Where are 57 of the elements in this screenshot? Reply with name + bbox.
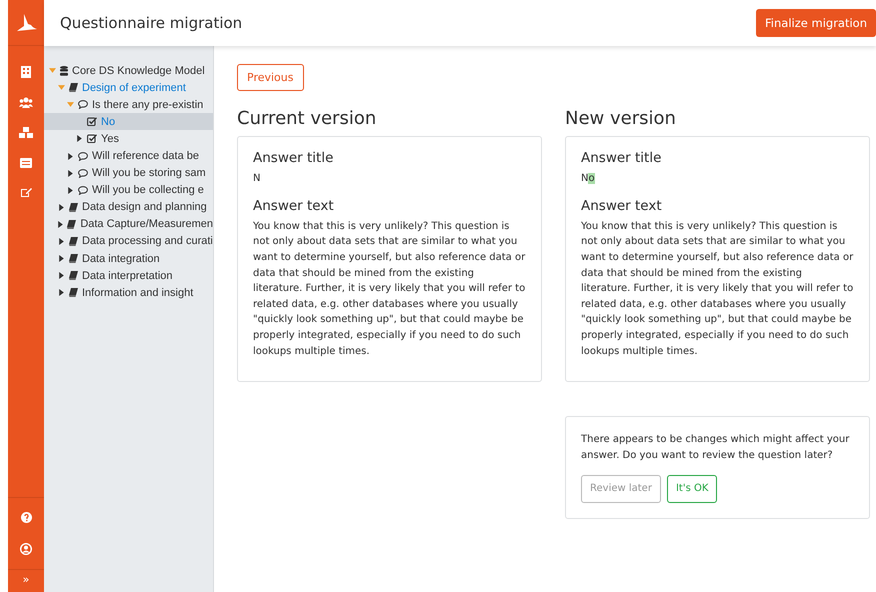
review-message: There appears to be changes which might affect your answer. Do you want to review the question later? [581, 433, 850, 463]
caret-right-icon[interactable] [59, 255, 64, 262]
previous-button[interactable]: Previous [237, 64, 304, 91]
book-icon [69, 271, 78, 280]
building-icon[interactable] [21, 66, 31, 78]
answer-text: You know that this is very unlikely? This question is not only about data sets that are similar to what you want to determine yourself, but also reference data or data that should be mined from the existing literature. Further, it is very likely that you will refer to related data, e.g. other databases where you usually "quickly look something up", but that could maybe be properly integrated, especially if you need to do such lookups multiple times. [253, 220, 526, 359]
tree-item[interactable]: Will you be collecting e [44, 182, 213, 199]
cubes-icon[interactable] [19, 127, 33, 139]
answer-title: No [581, 172, 595, 186]
caret-right-icon[interactable] [59, 204, 64, 211]
caret-right-icon[interactable] [68, 170, 73, 177]
tree-item[interactable]: Yes [44, 130, 213, 148]
tree-item[interactable]: Data processing and curati [44, 232, 213, 250]
tree-item[interactable]: Data integration [44, 250, 213, 268]
field-label: Answer text [253, 199, 334, 215]
collapse-button[interactable]: » [22, 570, 30, 592]
book-icon [69, 254, 78, 264]
caret-right-icon[interactable] [59, 289, 64, 296]
answer-title: N [253, 172, 260, 186]
caret-right-icon[interactable] [59, 272, 64, 280]
caret-right-icon[interactable] [68, 152, 73, 160]
caret-right-icon[interactable] [68, 186, 73, 194]
database-icon [60, 66, 68, 76]
tree-item[interactable]: Information and insight [44, 284, 213, 302]
users-icon[interactable] [19, 97, 33, 108]
version-heading: New version [565, 108, 677, 129]
tree-item[interactable]: Design of experiment [44, 79, 213, 96]
page-title: Questionnaire migration [60, 14, 242, 32]
field-label: Answer text [581, 199, 662, 215]
field-label: Answer title [253, 151, 334, 167]
user-icon[interactable] [20, 543, 32, 555]
tree-item[interactable]: Will you be storing sam [44, 164, 213, 182]
list-icon[interactable] [20, 158, 32, 168]
caret-right-icon[interactable] [59, 238, 64, 245]
wizard-hat-icon[interactable] [15, 14, 37, 32]
tree-item[interactable]: Is there any pre-existin [44, 96, 213, 114]
book-icon [67, 220, 76, 229]
caret-right-icon[interactable] [77, 135, 82, 142]
version-heading: Current version [237, 108, 378, 129]
checkbox-icon [87, 134, 97, 144]
book-icon [69, 236, 78, 246]
caret-right-icon[interactable] [58, 220, 64, 228]
help-icon[interactable] [20, 512, 32, 523]
book-icon [69, 202, 78, 212]
tree-item[interactable]: Data design and planning [44, 198, 213, 216]
finalize-button[interactable]: Finalize migration [756, 9, 876, 37]
edit-icon[interactable] [20, 187, 32, 198]
tree-item[interactable]: Will reference data be [44, 147, 213, 165]
tree-item[interactable]: Core DS Knowledge Model [44, 62, 213, 80]
book-icon [69, 288, 78, 298]
speech-bubble-icon [78, 100, 88, 110]
tree-item[interactable]: Data interpretation [44, 267, 213, 284]
field-label: Answer title [581, 151, 662, 167]
answer-text: You know that this is very unlikely? This question is not only about data sets that are similar to what you want to determine yourself, but also reference data or data that should be mined from the existing literature. Further, it is very likely that you will refer to related data, e.g. other databases where you usually "quickly look something up", but that could maybe be properly integrated, especially if you need to do such lookups multiple times. [581, 220, 854, 359]
checkbox-icon [87, 117, 97, 126]
tree-item[interactable]: Data Capture/Measuremen [44, 216, 213, 233]
book-icon [69, 83, 78, 92]
